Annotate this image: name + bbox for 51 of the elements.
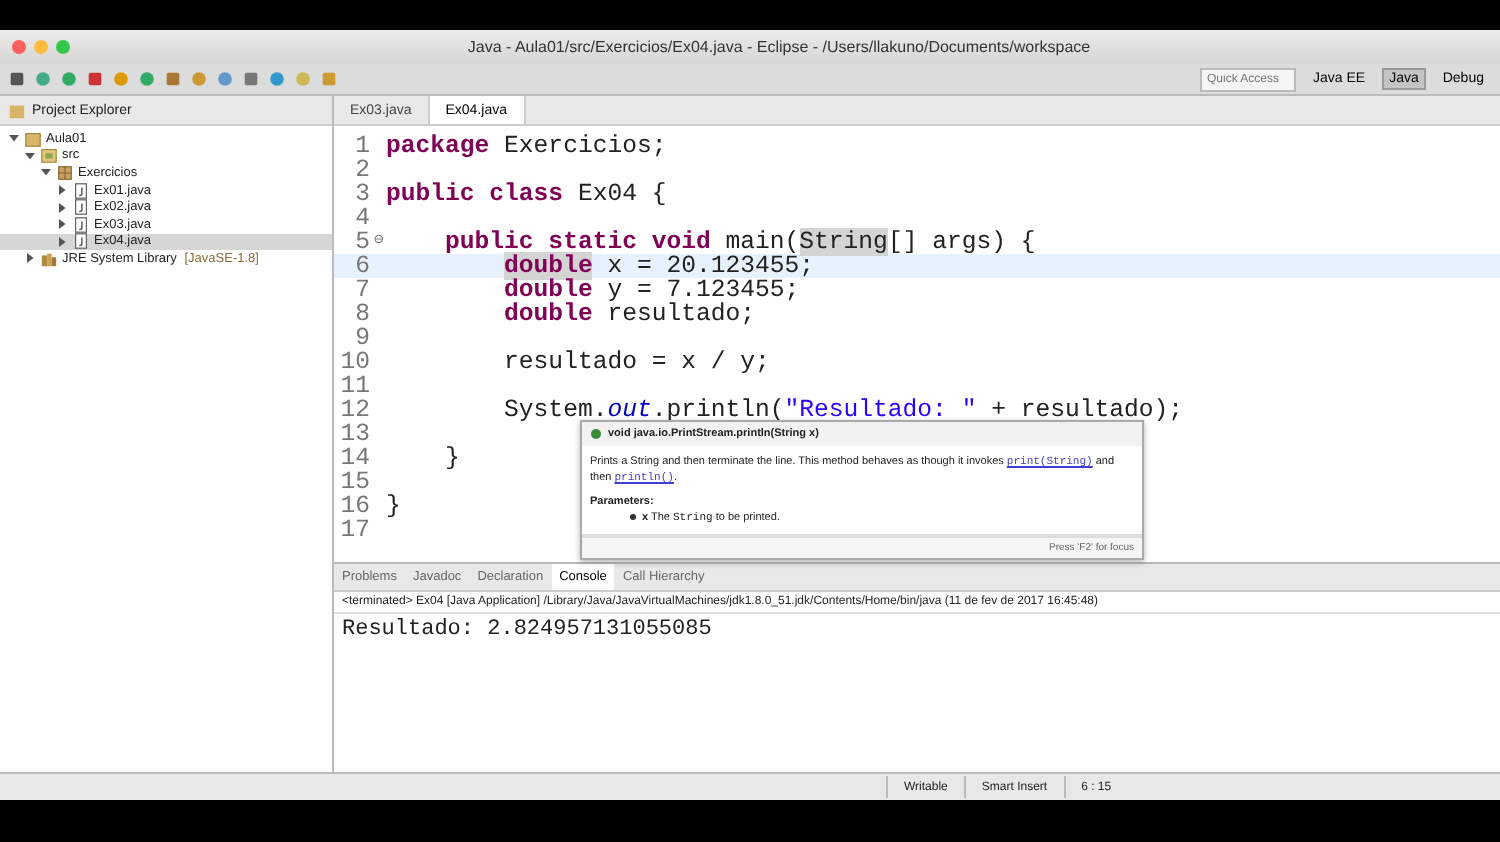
line-number: 11 xyxy=(338,374,372,398)
line-number: 7 xyxy=(353,278,372,302)
maximize-icon[interactable] xyxy=(56,40,70,54)
collapsed-arrow-icon[interactable] xyxy=(56,218,68,231)
expanded-arrow-icon[interactable] xyxy=(40,166,52,179)
line-number: 9 xyxy=(355,326,372,350)
code-line: } xyxy=(386,494,401,518)
line-number: 8 xyxy=(353,302,372,326)
line-number: 4 xyxy=(353,206,372,230)
collapsed-arrow-icon[interactable] xyxy=(56,184,68,197)
folder-icon xyxy=(8,101,26,119)
java-file-icon xyxy=(72,198,90,217)
close-icon[interactable] xyxy=(12,40,26,54)
code-line: package Exercicios; xyxy=(386,134,667,158)
line-number: 2 xyxy=(353,158,372,182)
code-line: double x = 20.123455; xyxy=(504,254,815,278)
line-number: 12 xyxy=(338,398,372,422)
expanded-arrow-icon[interactable] xyxy=(24,149,36,162)
line-number: 5 xyxy=(353,230,372,254)
method-icon xyxy=(590,428,602,440)
project-folder-icon xyxy=(24,129,42,148)
collapsed-arrow-icon[interactable] xyxy=(24,252,36,265)
code-line: System.out.println("Resultado: " + resultado); xyxy=(502,398,1184,422)
line-number: 1 xyxy=(353,134,372,158)
java-file-icon xyxy=(72,232,90,251)
line-number: 15 xyxy=(338,470,372,494)
window-title: Java - Aula01/src/Exercicios/Ex04.java - Eclipse - /Users/llakuno/Documents/workspace xyxy=(465,38,1093,56)
java-file-icon xyxy=(72,215,90,234)
fold-icon[interactable]: ⊖ xyxy=(374,232,384,250)
code-line: public class Ex04 { xyxy=(386,182,667,206)
source-folder-icon xyxy=(40,146,58,165)
line-number: 6 xyxy=(353,254,372,278)
line-number: 10 xyxy=(338,350,372,374)
collapsed-arrow-icon[interactable] xyxy=(56,201,68,214)
code-editor[interactable] xyxy=(334,96,1500,564)
line-number: 3 xyxy=(353,182,372,206)
java-file-icon xyxy=(72,181,90,200)
line-number: 13 xyxy=(338,422,372,446)
library-icon xyxy=(40,249,58,268)
code-line: } xyxy=(443,446,460,470)
line-number: 17 xyxy=(338,518,372,542)
code-line: double y = 7.123455; xyxy=(502,278,800,302)
console-output: Resultado: 2.824957131055085 xyxy=(340,616,714,646)
code-line: double resultado; xyxy=(502,302,756,326)
line-number: 16 xyxy=(338,494,372,518)
line-number: 14 xyxy=(338,446,372,470)
code-line: resultado = x / y; xyxy=(502,350,770,374)
code-line: public static void main(String[] args) { xyxy=(443,230,1036,254)
package-icon xyxy=(56,163,74,182)
collapsed-arrow-icon[interactable] xyxy=(56,235,68,248)
expanded-arrow-icon[interactable] xyxy=(8,132,20,145)
